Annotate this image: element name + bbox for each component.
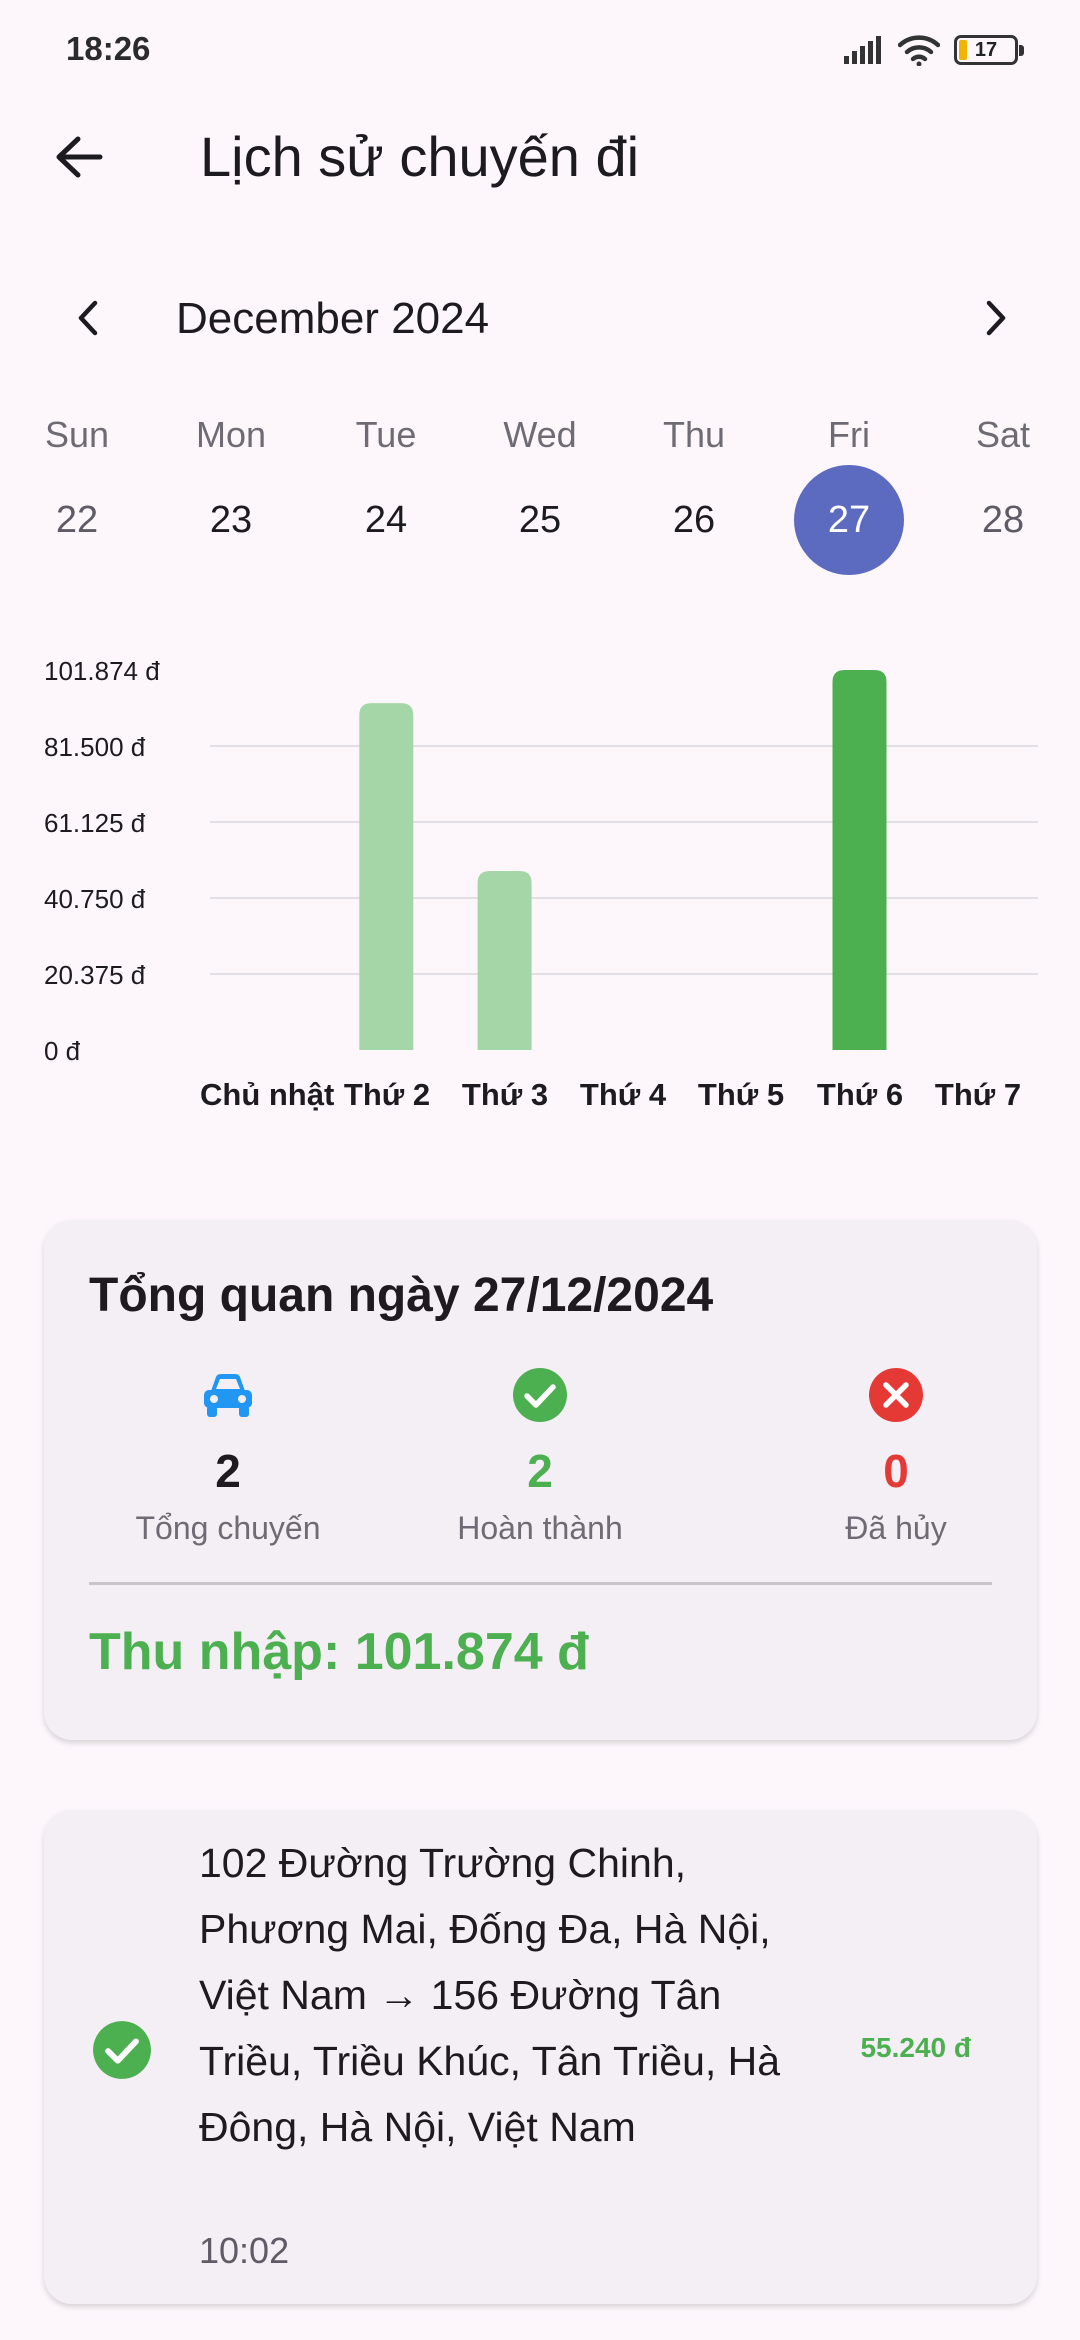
calendar-header: December 2024	[0, 280, 1080, 360]
day-fri[interactable]: Fri 27	[784, 405, 914, 575]
day-name: Tue	[355, 414, 417, 455]
signal-icon	[844, 36, 881, 64]
day-mon[interactable]: Mon 23	[166, 405, 296, 575]
y-tick-label: 0 đ	[44, 1036, 81, 1066]
x-tick-label: Thứ 5	[698, 1077, 784, 1112]
x-tick-label: Thứ 7	[935, 1077, 1021, 1112]
bar	[832, 670, 887, 1050]
day-name: Mon	[195, 414, 267, 455]
car-icon	[204, 1374, 252, 1417]
bar	[359, 703, 414, 1050]
y-tick-label: 20.375 đ	[44, 960, 146, 990]
chevron-left-icon	[78, 300, 98, 336]
x-tick-label: Thứ 2	[344, 1077, 430, 1112]
day-number[interactable]: 28	[948, 465, 1058, 575]
battery-icon: 17	[954, 35, 1024, 65]
back-button[interactable]	[40, 118, 118, 196]
day-name: Wed	[503, 414, 577, 455]
completed-trips-value: 2	[527, 1445, 553, 1497]
day-name: Fri	[828, 414, 870, 455]
bar-chart: 0 đ 20.375 đ 40.750 đ 61.125 đ 81.500 đ 101.8…	[44, 656, 1038, 1112]
day-wed[interactable]: Wed 25	[475, 405, 605, 575]
trip-card[interactable]: 102 Đường Trường Chinh, Phương Mai, Đống…	[44, 1810, 1037, 2304]
day-name: Sat	[975, 414, 1031, 455]
day-number[interactable]: 25	[485, 465, 595, 575]
day-number[interactable]: 24	[331, 465, 441, 575]
day-thu[interactable]: Thu 26	[629, 405, 759, 575]
day-tue[interactable]: Tue 24	[321, 405, 451, 575]
y-tick-label: 40.750 đ	[44, 884, 146, 914]
bar	[477, 870, 532, 1050]
stat-total-trips: 2 Tổng chuyến	[108, 1360, 348, 1547]
cancel-circle-icon	[869, 1368, 923, 1422]
arrow-back-icon	[56, 136, 103, 178]
x-tick-label: Chủ nhật	[200, 1077, 334, 1112]
trip-time: 10:02	[199, 2230, 290, 2271]
total-trips-value: 2	[215, 1445, 241, 1497]
app-bar: Lịch sử chuyến đi	[0, 100, 1080, 215]
day-number-selected[interactable]: 27	[794, 465, 904, 575]
x-tick-label: Thứ 6	[817, 1077, 903, 1112]
trip-route: 102 Đường Trường Chinh, Phương Mai, Đống…	[199, 1840, 781, 2150]
x-tick-label: Thứ 3	[462, 1077, 548, 1112]
day-number[interactable]: 23	[176, 465, 286, 575]
status-bar: 18:26 17	[0, 0, 1080, 100]
daily-summary-card: Tổng quan ngày 27/12/2024 2 Tổng chuyến …	[44, 1220, 1037, 1740]
next-month-button[interactable]	[960, 282, 1032, 354]
income-total: Thu nhập: 101.874 đ	[89, 1623, 589, 1681]
day-number[interactable]: 22	[22, 465, 132, 575]
check-circle-icon	[513, 1368, 567, 1422]
chevron-right-icon	[986, 300, 1006, 336]
y-tick-label: 61.125 đ	[44, 808, 146, 838]
divider	[89, 1582, 992, 1585]
weekly-income-chart: 0 đ 20.375 đ 40.750 đ 61.125 đ 81.500 đ 101.8…	[0, 640, 1080, 1120]
status-time: 18:26	[66, 30, 151, 67]
page-title: Lịch sử chuyến đi	[200, 125, 640, 188]
month-label: December 2024	[176, 294, 490, 343]
check-circle-icon	[93, 2021, 151, 2079]
day-sun[interactable]: Sun 22	[12, 405, 142, 575]
x-tick-label: Thứ 4	[580, 1077, 667, 1112]
y-tick-label: 81.500 đ	[44, 732, 146, 762]
week-strip: Sun 22 Mon 23 Tue 24 Wed 25 Thu 26 Fri 2…	[0, 405, 1080, 585]
day-sat[interactable]: Sat 28	[938, 405, 1068, 575]
day-number[interactable]: 26	[639, 465, 749, 575]
cancelled-trips-value: 0	[883, 1445, 909, 1497]
completed-trips-label: Hoàn thành	[457, 1510, 623, 1546]
total-trips-label: Tổng chuyến	[135, 1510, 321, 1546]
previous-month-button[interactable]	[52, 282, 124, 354]
day-name: Thu	[662, 414, 726, 455]
stat-cancelled-trips: 0 Đã hủy	[776, 1360, 1016, 1547]
day-name: Sun	[44, 414, 110, 455]
summary-title: Tổng quan ngày 27/12/2024	[89, 1269, 714, 1322]
status-icons: 17	[844, 28, 1024, 72]
y-tick-label: 101.874 đ	[44, 656, 160, 686]
stat-completed-trips: 2 Hoàn thành	[420, 1360, 660, 1547]
battery-level: 17	[974, 39, 998, 61]
trip-price: 55.240 đ	[860, 2032, 971, 2063]
wifi-icon	[898, 35, 940, 66]
cancelled-trips-label: Đã hủy	[845, 1510, 947, 1546]
